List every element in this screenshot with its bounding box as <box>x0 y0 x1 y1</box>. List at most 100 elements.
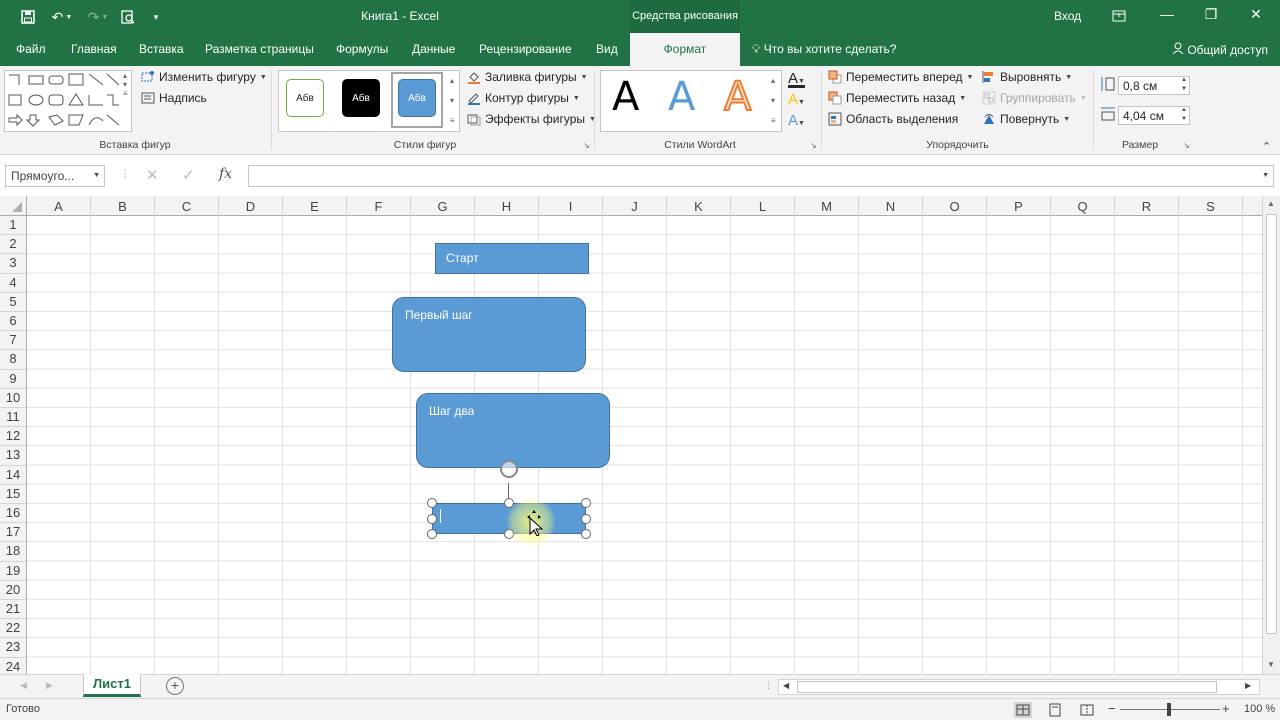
wordart-black-sample[interactable]: A <box>612 74 639 120</box>
row-header-3[interactable]: 3 <box>0 254 27 274</box>
vertical-scroll-thumb[interactable] <box>1266 214 1277 634</box>
vertical-scrollbar[interactable]: ▲ ▼ <box>1262 196 1280 674</box>
zoom-slider-thumb[interactable] <box>1167 703 1171 716</box>
row-header-7[interactable]: 7 <box>0 331 27 351</box>
text-fill-icon[interactable]: A▼ <box>788 70 805 87</box>
tab-data[interactable]: Данные <box>412 42 455 56</box>
column-header-s[interactable]: S <box>1179 196 1243 216</box>
scroll-down-icon[interactable]: ▼ <box>1267 660 1275 669</box>
tell-me-search[interactable]: 💡︎ Что вы хотите сделать? <box>752 42 896 57</box>
row-header-11[interactable]: 11 <box>0 408 27 428</box>
page-layout-view-icon[interactable] <box>1046 702 1064 721</box>
row-header-9[interactable]: 9 <box>0 369 27 389</box>
column-header-l[interactable]: L <box>731 196 795 216</box>
sheet-tab-1[interactable]: Лист1 <box>83 674 141 697</box>
rotate-button[interactable]: Повернуть ▼ <box>982 112 1070 126</box>
shape-effects-button[interactable]: Эффекты фигуры ▼ <box>467 112 596 126</box>
styles-scroll-icon[interactable]: ▴ ▾ ≡ <box>450 71 455 131</box>
shape-fill-button[interactable]: Заливка фигуры ▼ <box>467 70 588 84</box>
resize-handle-bottom-right[interactable] <box>581 529 591 539</box>
row-header-5[interactable]: 5 <box>0 292 27 312</box>
shape-first-step[interactable]: Первый шаг <box>392 297 586 372</box>
collapse-ribbon-icon[interactable]: ⌃ <box>1262 140 1271 153</box>
enter-icon[interactable]: ✓ <box>182 166 195 184</box>
column-header-r[interactable]: R <box>1115 196 1179 216</box>
zoom-level[interactable]: 100 % <box>1244 703 1275 715</box>
resize-handle-right[interactable] <box>581 514 591 524</box>
column-header-j[interactable]: J <box>603 196 667 216</box>
shape-outline-button[interactable]: Контур фигуры ▼ <box>467 91 580 105</box>
column-header-d[interactable]: D <box>219 196 283 216</box>
horizontal-scrollbar[interactable]: ◀ ▶ <box>778 679 1260 695</box>
tab-page-layout[interactable]: Разметка страницы <box>205 42 314 56</box>
share-button[interactable]: Общий доступ <box>1172 42 1268 57</box>
close-icon[interactable]: ✕ <box>1245 6 1267 26</box>
row-header-10[interactable]: 10 <box>0 388 27 408</box>
shape-width-input[interactable]: 4,04 см <box>1118 106 1190 125</box>
column-header-g[interactable]: G <box>411 196 475 216</box>
rotation-handle[interactable] <box>500 460 518 478</box>
row-header-13[interactable]: 13 <box>0 446 27 466</box>
shape-styles-launcher-icon[interactable]: ↘ <box>583 141 590 150</box>
scroll-left-icon[interactable]: ◀ <box>783 681 789 690</box>
text-outline-icon[interactable]: A▼ <box>788 91 805 108</box>
row-header-23[interactable]: 23 <box>0 638 27 658</box>
row-header-19[interactable]: 19 <box>0 561 27 581</box>
column-header-b[interactable]: B <box>91 196 155 216</box>
align-button[interactable]: Выровнять ▼ <box>982 70 1072 84</box>
row-header-15[interactable]: 15 <box>0 484 27 504</box>
row-header-22[interactable]: 22 <box>0 619 27 639</box>
row-header-14[interactable]: 14 <box>0 465 27 485</box>
next-sheet-icon[interactable]: ▶ <box>46 680 53 691</box>
column-header-f[interactable]: F <box>347 196 411 216</box>
cells-area[interactable]: Старт Первый шаг Шаг два <box>27 216 1262 674</box>
width-spinner-icon[interactable]: ▲ ▼ <box>1181 106 1187 124</box>
resize-handle-top-right[interactable] <box>581 498 591 508</box>
row-header-6[interactable]: 6 <box>0 312 27 332</box>
resize-handle-top-left[interactable] <box>427 498 437 508</box>
add-sheet-icon[interactable]: + <box>166 677 184 695</box>
name-box-dropdown-icon[interactable]: ▼ <box>93 172 100 179</box>
row-header-8[interactable]: 8 <box>0 350 27 370</box>
row-header-24[interactable]: 24 <box>0 657 27 674</box>
tab-split-grip-icon[interactable]: ⋮ <box>764 680 773 691</box>
row-header-17[interactable]: 17 <box>0 523 27 543</box>
column-header-h[interactable]: H <box>475 196 539 216</box>
zoom-out-icon[interactable]: − <box>1108 701 1116 716</box>
insert-function-icon[interactable]: fx <box>219 166 232 182</box>
shape-start[interactable]: Старт <box>435 243 589 274</box>
wordart-scroll-icon[interactable]: ▴ ▾ ≡ <box>771 71 776 131</box>
row-header-2[interactable]: 2 <box>0 235 27 255</box>
row-header-16[interactable]: 16 <box>0 504 27 524</box>
page-break-view-icon[interactable] <box>1078 702 1096 721</box>
row-header-21[interactable]: 21 <box>0 600 27 620</box>
formula-input[interactable]: ▼ <box>248 165 1274 187</box>
tab-format[interactable]: Формат <box>630 33 740 67</box>
row-header-4[interactable]: 4 <box>0 273 27 293</box>
column-header-o[interactable]: O <box>923 196 987 216</box>
column-header-a[interactable]: A <box>27 196 91 216</box>
row-header-20[interactable]: 20 <box>0 580 27 600</box>
shapes-gallery[interactable] <box>4 70 132 132</box>
tab-view[interactable]: Вид <box>596 42 618 56</box>
row-header-18[interactable]: 18 <box>0 542 27 562</box>
tab-home[interactable]: Главная <box>71 42 117 56</box>
group-button[interactable]: Группировать ▼ <box>982 91 1087 105</box>
expand-formula-bar-icon[interactable]: ▼ <box>1262 172 1269 179</box>
column-header-q[interactable]: Q <box>1051 196 1115 216</box>
column-header-c[interactable]: C <box>155 196 219 216</box>
row-header-1[interactable]: 1 <box>0 216 27 236</box>
shape-style-dark-sample[interactable]: Абв <box>342 79 380 117</box>
wordart-orange-sample[interactable]: A <box>723 73 752 121</box>
scroll-up-icon[interactable]: ▲ <box>1267 199 1275 208</box>
size-launcher-icon[interactable]: ↘ <box>1183 141 1190 150</box>
tab-insert[interactable]: Вставка <box>139 42 184 56</box>
ribbon-display-options-icon[interactable] <box>1108 6 1130 26</box>
column-header-p[interactable]: P <box>987 196 1051 216</box>
edit-shape-button[interactable]: Изменить фигуру ▼ <box>141 70 267 84</box>
wordart-blue-sample[interactable]: A <box>668 74 695 120</box>
scroll-right-icon[interactable]: ▶ <box>1245 681 1251 690</box>
column-header-e[interactable]: E <box>283 196 347 216</box>
shape-height-input[interactable]: 0,8 см <box>1118 76 1190 95</box>
tab-file[interactable]: Файл <box>16 42 46 56</box>
